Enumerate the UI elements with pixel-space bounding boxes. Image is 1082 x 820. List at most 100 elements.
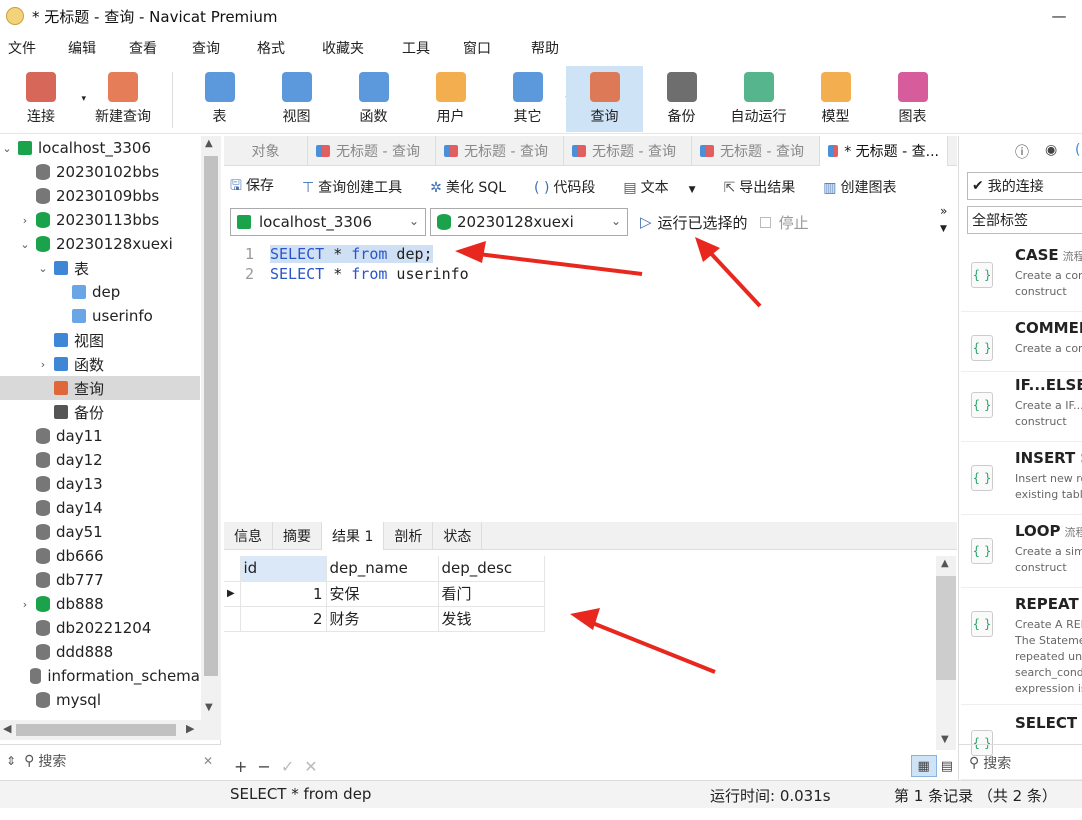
table-cell[interactable]: 1 [240, 581, 327, 607]
document-tab[interactable]: 无标题 - 查询 [564, 136, 692, 166]
current-row-indicator-icon[interactable]: ▶ [224, 581, 241, 607]
tree-item[interactable]: ddd888 [0, 640, 200, 664]
export-result-button[interactable]: ⇱ 导出结果 [724, 177, 810, 197]
document-tab[interactable]: 无标题 - 查询 [308, 136, 436, 166]
toolbar-backup-button[interactable]: 备份 [643, 66, 720, 132]
snippet-card[interactable]: { } IF...ELSE... Create a IF...E construct [961, 374, 1082, 442]
menu-item[interactable]: 查看 [125, 38, 157, 62]
grid-scroll-thumb[interactable] [936, 576, 956, 680]
document-tab[interactable]: 无标题 - 查询 [436, 136, 564, 166]
tree-item[interactable]: dep [0, 280, 200, 304]
tree-item[interactable]: 查询 [0, 376, 200, 400]
database-select[interactable]: 20230128xuexi ⌄ [430, 208, 628, 236]
tree-item[interactable]: 视图 [0, 328, 200, 352]
snippet-search-bar[interactable]: ⚲ 搜索 [959, 744, 1082, 780]
expand-arrow-icon[interactable]: › [18, 214, 32, 227]
result-tab[interactable]: 结果 1 [322, 522, 385, 550]
save-button[interactable]: 🖫 保存 [230, 175, 288, 199]
toolbar-chart-button[interactable]: 图表 [874, 66, 951, 132]
table-cell[interactable]: 财务 [326, 606, 439, 632]
menu-item[interactable]: 帮助 [527, 38, 559, 62]
tree-item[interactable]: day14 [0, 496, 200, 520]
tree-horizontal-scrollbar[interactable]: ◀ ▶ [0, 720, 221, 740]
scroll-left-icon[interactable]: ◀ [3, 722, 11, 735]
beautify-sql-button[interactable]: ✲ 美化 SQL [430, 177, 520, 197]
tree-item[interactable]: ⌄ localhost_3306 [0, 136, 200, 160]
menu-item[interactable]: 格式 [253, 38, 285, 62]
tree-vertical-scrollbar[interactable]: ▲ ▼ [201, 136, 221, 720]
snippet-card[interactable]: { } LOOP流程 Create a simp construct [961, 520, 1082, 588]
text-button[interactable]: ▤ 文本 ▼ [623, 177, 709, 197]
result-tab[interactable]: 剖析 [384, 522, 434, 550]
result-tab[interactable]: 摘要 [273, 522, 322, 550]
table-cell[interactable]: 2 [240, 606, 327, 632]
add-row-button[interactable]: + [234, 757, 247, 776]
tree-item[interactable]: db666 [0, 544, 200, 568]
menu-item[interactable]: 查询 [188, 38, 220, 62]
info-icon[interactable]: ⓘ [1015, 142, 1029, 162]
discard-button[interactable]: ✕ [304, 757, 317, 776]
scroll-up-icon[interactable]: ▲ [941, 558, 949, 569]
tree-item[interactable]: db777 [0, 568, 200, 592]
toolbar-user-button[interactable]: 用户 [412, 66, 489, 132]
result-tab[interactable]: 状态 [433, 522, 483, 550]
clear-search-icon[interactable]: ✕ [203, 754, 213, 768]
eye-icon[interactable]: ◉ [1045, 142, 1057, 158]
expand-arrow-icon[interactable]: ⌄ [36, 262, 50, 275]
result-tab[interactable]: 信息 [224, 522, 273, 550]
query-builder-button[interactable]: ⊤ 查询创建工具 [302, 177, 416, 197]
document-tab[interactable]: * 无标题 - 查... [820, 136, 948, 166]
tree-item[interactable]: 20230102bbs [0, 160, 200, 184]
create-chart-button[interactable]: ▥ 创建图表 [823, 177, 910, 197]
toolbar-query-button[interactable]: 查询 [566, 66, 643, 132]
scroll-up-icon[interactable]: ▲ [205, 138, 213, 149]
expand-arrow-icon[interactable]: ⌄ [18, 238, 32, 251]
document-tab[interactable]: 无标题 - 查询 [692, 136, 820, 166]
tree-scroll-thumb[interactable] [204, 156, 218, 676]
row-selector[interactable] [224, 606, 241, 632]
tree-item[interactable]: ⌄ 表 [0, 256, 200, 280]
connection-filter-select[interactable]: ✔ 我的连接 [967, 172, 1082, 200]
toolbar-plug-button[interactable]: 连接 ▾ [0, 66, 86, 132]
tree-item[interactable]: userinfo [0, 304, 200, 328]
document-tab[interactable]: 对象 [224, 136, 308, 166]
tree-item[interactable]: › 20230113bbs [0, 208, 200, 232]
expand-arrow-icon[interactable]: › [36, 358, 50, 371]
scroll-down-icon[interactable]: ▼ [205, 702, 213, 713]
scroll-down-icon[interactable]: ▼ [941, 734, 949, 745]
column-header[interactable]: id [240, 556, 327, 582]
grid-vertical-scrollbar[interactable]: ▲ ▼ [936, 556, 956, 750]
toolbar-new-query-button[interactable]: 新建查询 [82, 66, 164, 132]
tree-item[interactable]: mysql [0, 688, 200, 712]
expand-arrow-icon[interactable]: › [18, 598, 32, 611]
expand-arrow-icon[interactable]: ⌄ [0, 142, 14, 155]
tree-item[interactable]: day13 [0, 472, 200, 496]
tree-item[interactable]: day12 [0, 448, 200, 472]
tree-item[interactable]: ⌄ 20230128xuexi [0, 232, 200, 256]
menu-item[interactable]: 收藏夹 [318, 38, 364, 62]
filter-icon[interactable]: ⇕ [6, 754, 16, 768]
toolbar-model-button[interactable]: 模型 [797, 66, 874, 132]
toolbar-view-button[interactable]: 视图 [258, 66, 335, 132]
table-cell[interactable]: 安保 [326, 581, 439, 607]
table-cell[interactable]: 发钱 [438, 606, 545, 632]
snippet-icon[interactable]: ( [1075, 142, 1080, 158]
code-snippet-button[interactable]: ( ) 代码段 [534, 177, 609, 197]
table-row[interactable]: 2 财务 发钱 [224, 606, 545, 632]
table-cell[interactable]: 看门 [438, 581, 545, 607]
table-row[interactable]: ▶ 1 安保 看门 [224, 581, 545, 607]
tree-item[interactable]: information_schema [0, 664, 200, 688]
result-grid[interactable]: id dep_name dep_desc ▶ 1 安保 看门 2 财务 发钱 [224, 556, 936, 750]
tree-item[interactable]: › 函数 [0, 352, 200, 376]
menu-item[interactable]: 编辑 [64, 38, 96, 62]
tree-item[interactable]: day51 [0, 520, 200, 544]
snippet-card[interactable]: { } REPEAT流 Create A REP The Statemen repeat… [961, 593, 1082, 705]
tag-filter-select[interactable]: 全部标签 [967, 206, 1082, 234]
toolbar-table-button[interactable]: 表 [181, 66, 258, 132]
menu-item[interactable]: 文件 [4, 38, 36, 62]
grid-view-icon[interactable]: ▦ [910, 755, 937, 777]
column-header[interactable]: dep_desc [438, 556, 545, 582]
toolbar-function-button[interactable]: 函数 [335, 66, 412, 132]
sql-editor[interactable]: 1 SELECT * from dep; 2 SELECT * from userin… [224, 240, 957, 520]
tree-item[interactable]: 备份 [0, 400, 200, 424]
